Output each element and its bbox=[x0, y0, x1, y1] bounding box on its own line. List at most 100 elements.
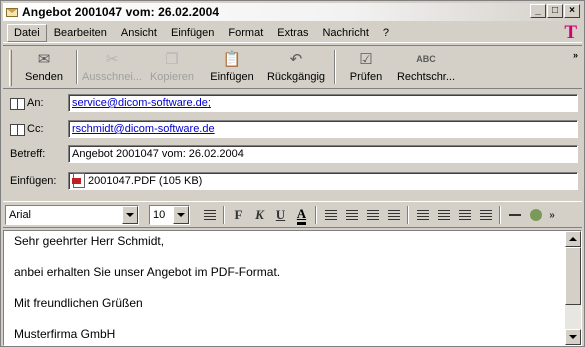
font-color-button[interactable]: A bbox=[291, 205, 312, 225]
format-separator bbox=[499, 206, 501, 224]
window-controls: _ □ × bbox=[530, 4, 580, 18]
cc-address[interactable]: rschmidt@dicom-software.de bbox=[72, 123, 215, 135]
align-center-icon bbox=[437, 210, 450, 220]
toolbar-grip[interactable] bbox=[9, 50, 12, 86]
attachment-row: Einfügen: 2001047.PDF (105 KB) bbox=[3, 170, 582, 192]
spellcheck-icon: ABC bbox=[416, 54, 436, 64]
menu-datei[interactable]: Datei bbox=[7, 23, 47, 42]
to-label-button[interactable]: An: bbox=[10, 97, 44, 110]
message-body[interactable]: Sehr geehrter Herr Schmidt, anbei erhalt… bbox=[3, 230, 582, 346]
formatting-toolbar: Arial 10 F K U A » bbox=[3, 201, 582, 228]
numbered-list-button[interactable] bbox=[320, 205, 341, 225]
font-color-icon: A bbox=[296, 206, 307, 225]
align-right-icon bbox=[458, 210, 471, 220]
maximize-button[interactable]: □ bbox=[547, 4, 563, 18]
arrow-up-icon bbox=[569, 237, 577, 241]
paste-icon: 📋 bbox=[222, 51, 242, 68]
decrease-indent-button[interactable] bbox=[362, 205, 383, 225]
undo-icon: ↶ bbox=[289, 51, 303, 68]
to-row: An: service@dicom-software.de; bbox=[3, 92, 582, 114]
align-left-button[interactable] bbox=[412, 205, 433, 225]
window-title: Angebot 2001047 vom: 26.02.2004 bbox=[22, 5, 220, 19]
send-label: Senden bbox=[25, 71, 63, 83]
justify-icon bbox=[479, 210, 492, 220]
check-names-button[interactable]: ☑ Prüfen bbox=[340, 50, 392, 86]
horizontal-line-button[interactable] bbox=[504, 205, 525, 225]
menu-format[interactable]: Format bbox=[221, 24, 270, 42]
title-bar[interactable]: Angebot 2001047 vom: 26.02.2004 _ □ × bbox=[3, 3, 582, 21]
menu-help[interactable]: ? bbox=[376, 24, 396, 42]
cc-field[interactable]: rschmidt@dicom-software.de bbox=[68, 120, 578, 138]
cut-label: Ausschnei... bbox=[82, 71, 142, 83]
send-icon: ✉ bbox=[37, 51, 51, 68]
scroll-down-button[interactable] bbox=[565, 329, 581, 345]
vertical-scrollbar[interactable] bbox=[565, 231, 581, 345]
address-book-icon bbox=[10, 97, 25, 110]
font-value: Arial bbox=[9, 209, 32, 221]
menu-nachricht[interactable]: Nachricht bbox=[315, 24, 375, 42]
justify-button[interactable] bbox=[475, 205, 496, 225]
chevron-down-icon bbox=[126, 213, 134, 217]
spellcheck-button[interactable]: ABC Rechtschr... bbox=[394, 50, 458, 86]
spellcheck-label: Rechtschr... bbox=[396, 71, 456, 83]
menu-bar: Datei Bearbeiten Ansicht Einfügen Format… bbox=[3, 23, 582, 43]
menu-extras[interactable]: Extras bbox=[270, 24, 315, 42]
maximize-icon: □ bbox=[551, 5, 559, 16]
format-separator bbox=[223, 206, 225, 224]
arrow-down-icon bbox=[569, 335, 577, 339]
body-line: Musterfirma GmbH bbox=[14, 327, 116, 341]
align-left-icon bbox=[416, 210, 429, 220]
format-separator bbox=[407, 206, 409, 224]
check-names-icon: ☑ bbox=[359, 51, 373, 68]
menu-ansicht[interactable]: Ansicht bbox=[114, 24, 164, 42]
toolbar-overflow-button[interactable]: » bbox=[573, 50, 578, 60]
align-right-button[interactable] bbox=[454, 205, 475, 225]
toolbar-separator bbox=[334, 50, 336, 84]
cc-label-button[interactable]: Cc: bbox=[10, 123, 44, 136]
attachment-file[interactable]: 2001047.PDF (105 KB) bbox=[88, 175, 202, 187]
check-names-label: Prüfen bbox=[349, 71, 383, 83]
menu-bearbeiten[interactable]: Bearbeiten bbox=[47, 24, 114, 42]
scissors-icon: ✂ bbox=[105, 51, 119, 68]
attachment-field[interactable]: 2001047.PDF (105 KB) bbox=[68, 172, 578, 190]
minimize-button[interactable]: _ bbox=[530, 4, 546, 18]
main-toolbar: ✉ Senden ✂ Ausschnei... ❐ Kopieren 📋 Ein… bbox=[3, 45, 582, 89]
underline-button[interactable]: U bbox=[270, 205, 291, 225]
to-address[interactable]: service@dicom-software.de; bbox=[72, 97, 211, 109]
bold-button[interactable]: F bbox=[228, 205, 249, 225]
font-select[interactable]: Arial bbox=[5, 205, 139, 225]
scroll-thumb[interactable] bbox=[565, 247, 581, 305]
body-line: anbei erhalten Sie unser Angebot im PDF-… bbox=[14, 265, 281, 279]
font-dropdown-button[interactable] bbox=[122, 206, 138, 224]
send-button[interactable]: ✉ Senden bbox=[18, 50, 70, 86]
format-overflow-button[interactable]: » bbox=[546, 205, 558, 225]
decrease-indent-icon bbox=[366, 210, 379, 220]
menu-einfuegen[interactable]: Einfügen bbox=[164, 24, 221, 42]
subject-field[interactable]: Angebot 2001047 vom: 26.02.2004 bbox=[68, 145, 578, 163]
font-size-select[interactable]: 10 bbox=[149, 205, 190, 225]
paste-button[interactable]: 📋 Einfügen bbox=[202, 50, 262, 86]
copy-button[interactable]: ❐ Kopieren bbox=[144, 50, 200, 86]
insert-picture-button[interactable] bbox=[525, 205, 546, 225]
format-separator bbox=[315, 206, 317, 224]
increase-indent-icon bbox=[387, 210, 400, 220]
scroll-up-button[interactable] bbox=[565, 231, 581, 247]
italic-button[interactable]: K bbox=[249, 205, 270, 225]
to-field[interactable]: service@dicom-software.de; bbox=[68, 94, 578, 112]
paste-label: Einfügen bbox=[210, 71, 254, 83]
bullet-list-button[interactable] bbox=[341, 205, 362, 225]
cc-row: Cc: rschmidt@dicom-software.de bbox=[3, 118, 582, 140]
attachment-label: Einfügen: bbox=[10, 175, 57, 187]
chevron-down-icon bbox=[177, 213, 185, 217]
increase-indent-button[interactable] bbox=[383, 205, 404, 225]
close-button[interactable]: × bbox=[564, 4, 580, 18]
align-center-button[interactable] bbox=[433, 205, 454, 225]
body-text[interactable]: Sehr geehrter Herr Schmidt, anbei erhalt… bbox=[14, 235, 561, 347]
brand-logo: T bbox=[564, 22, 577, 43]
paragraph-style-button[interactable] bbox=[199, 205, 220, 225]
size-dropdown-button[interactable] bbox=[173, 206, 189, 224]
copy-label: Kopieren bbox=[149, 71, 195, 83]
paragraph-style-icon bbox=[203, 210, 216, 220]
undo-button[interactable]: ↶ Rückgängig bbox=[264, 50, 328, 86]
cut-button[interactable]: ✂ Ausschnei... bbox=[82, 50, 142, 86]
